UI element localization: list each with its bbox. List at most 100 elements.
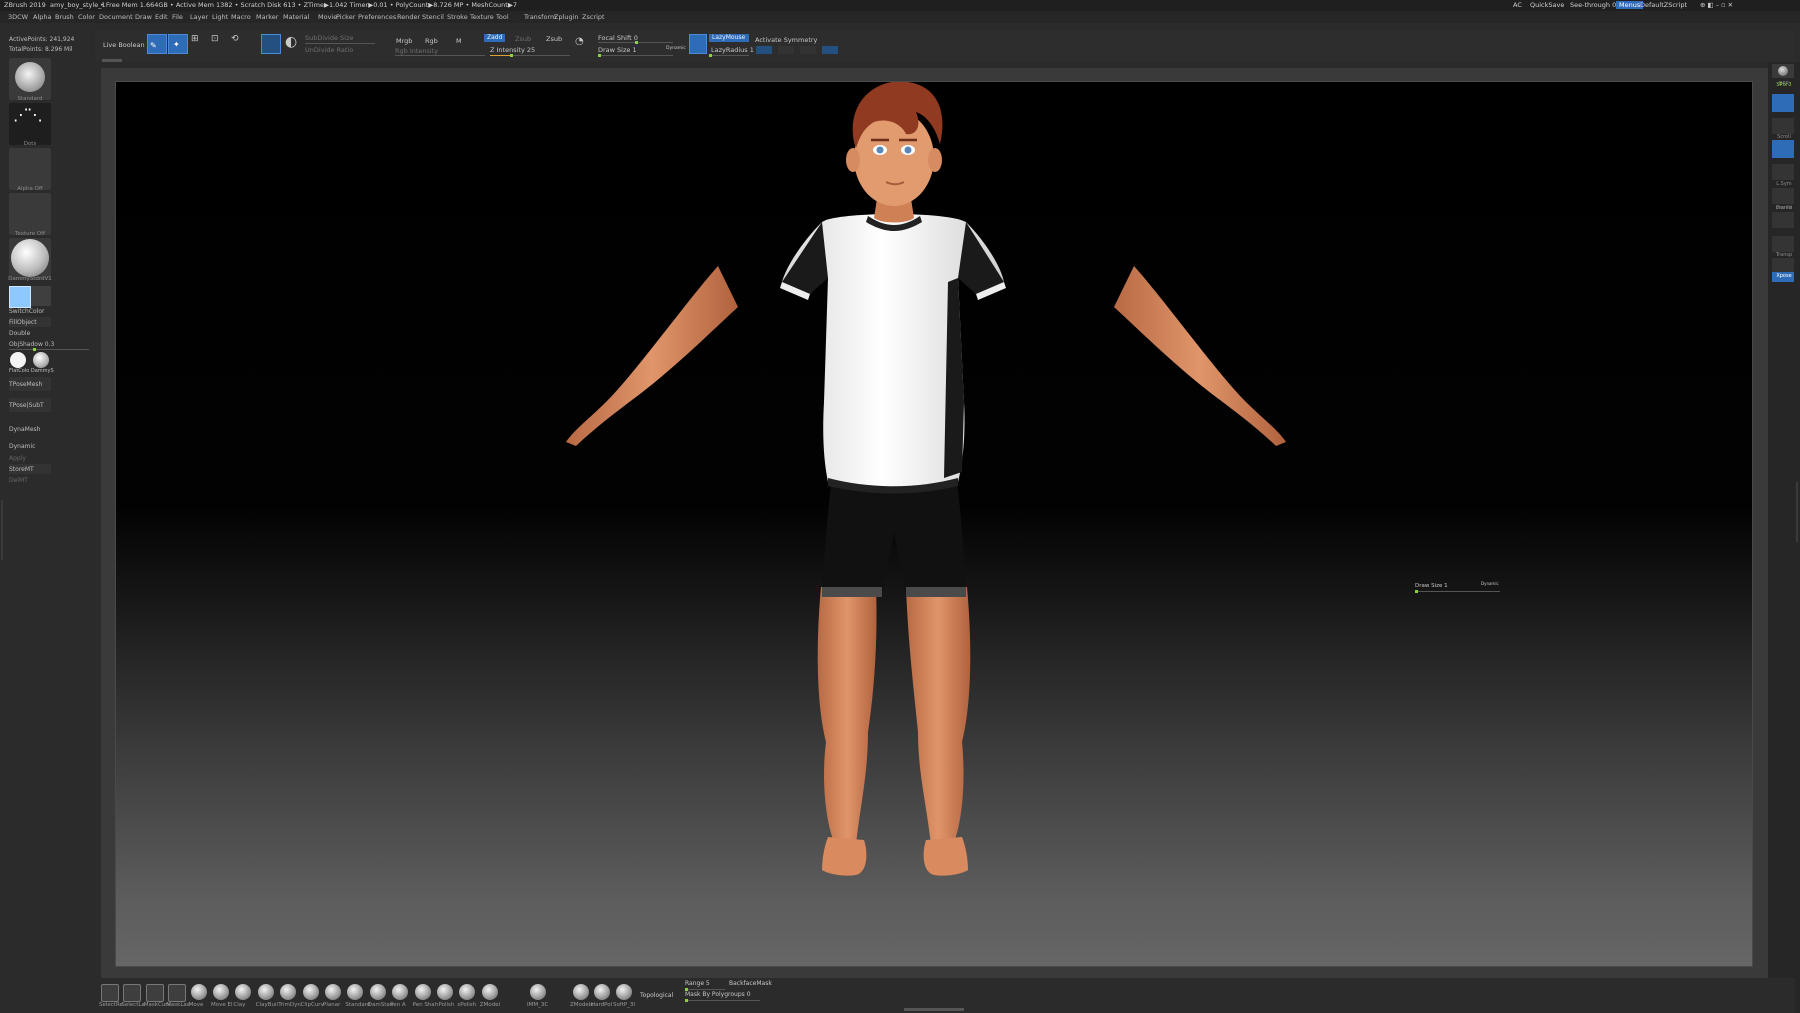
undivide-ratio-slider[interactable]: UnDivide Ratio: [305, 46, 353, 54]
transform-mode-button[interactable]: [261, 34, 281, 54]
lazyradius-slider[interactable]: LazyRadius 1: [711, 46, 754, 54]
mrgb-button[interactable]: Mrgb: [396, 37, 412, 45]
help-icon[interactable]: ⊕: [1700, 1, 1705, 9]
zsub-button[interactable]: Zsub: [546, 35, 562, 43]
obj-shadow-slider[interactable]: ObjShadow 0.3: [9, 341, 54, 348]
focal-shift-slider[interactable]: Focal Shift 0: [598, 34, 638, 42]
menu-texture[interactable]: Texture: [470, 13, 494, 21]
tpose-subt-button[interactable]: TPose|SubT: [9, 402, 44, 409]
subdivide-slider-track[interactable]: [305, 43, 375, 44]
dammy-material-icon[interactable]: [33, 352, 49, 368]
bpr-button[interactable]: [1772, 64, 1794, 78]
menu-color[interactable]: Color: [78, 13, 95, 21]
menu-material[interactable]: Material: [283, 13, 309, 21]
floating-dynamic-button[interactable]: Dynamic: [1481, 581, 1499, 586]
draw-size-track[interactable]: [598, 54, 673, 57]
canvas-handle[interactable]: [102, 59, 122, 62]
z-intensity-track[interactable]: [490, 54, 570, 57]
menu-brush[interactable]: Brush: [55, 13, 74, 21]
store-mt-button[interactable]: StoreMT: [9, 466, 34, 473]
lazyradius-track[interactable]: [709, 54, 749, 57]
range-slider[interactable]: Range 5: [685, 980, 710, 987]
secondary-color-swatch[interactable]: [31, 286, 51, 306]
brush-damstan-icon[interactable]: [369, 984, 386, 1000]
menu-draw[interactable]: Draw: [135, 13, 152, 21]
ac-label[interactable]: AC: [1513, 1, 1522, 9]
dynamic-toggle[interactable]: Dynamic: [9, 443, 35, 450]
floor-button[interactable]: [1772, 118, 1794, 134]
del-mt-button[interactable]: DelMT: [9, 477, 28, 484]
zadd-button[interactable]: Zadd: [484, 34, 506, 42]
brush-pen-a-icon[interactable]: [392, 984, 409, 1000]
brush-selectla-icon[interactable]: [123, 984, 142, 1002]
brush-claybuil-icon[interactable]: [257, 984, 274, 1000]
brush-maskcurv-icon[interactable]: [145, 984, 164, 1002]
menu-zplugin[interactable]: Zplugin: [554, 13, 579, 21]
menu-3dcw[interactable]: 3DCW: [8, 13, 28, 21]
z-intensity-slider[interactable]: Z Intensity 25: [490, 46, 535, 54]
persp-button[interactable]: [1772, 94, 1794, 112]
dynamesh-button[interactable]: DynaMesh: [9, 426, 40, 433]
spix-slider[interactable]: SPix 3: [1768, 82, 1800, 88]
sym-y-button[interactable]: [778, 46, 794, 54]
m-button[interactable]: M: [456, 37, 462, 45]
sym-z-button[interactable]: [800, 46, 816, 54]
lazymouse-button[interactable]: LazyMouse: [709, 34, 749, 42]
brush-masklas-icon[interactable]: [168, 984, 187, 1002]
layout-icon[interactable]: ◧: [1708, 1, 1714, 9]
brush-tile[interactable]: [9, 58, 51, 100]
range-track[interactable]: [685, 988, 725, 991]
move-icon[interactable]: ⊞: [191, 34, 199, 44]
live-boolean-button[interactable]: Live Boolean: [103, 41, 145, 49]
switch-color-button[interactable]: SwitchColor: [9, 308, 45, 315]
alpha-tile[interactable]: [9, 148, 51, 190]
rgb-button[interactable]: Rgb: [425, 37, 438, 45]
menu-macro[interactable]: Macro: [231, 13, 251, 21]
default-zscript-button[interactable]: DefaultZScript: [1640, 1, 1687, 9]
brush-hpolish-icon[interactable]: [437, 984, 453, 1000]
lsym-button[interactable]: [1772, 164, 1794, 180]
bottom-handle[interactable]: [904, 1008, 964, 1011]
rotate-icon[interactable]: ⟲: [231, 34, 239, 44]
menu-movie[interactable]: Movie: [318, 13, 337, 21]
see-through-slider[interactable]: See-through 0: [1570, 1, 1616, 9]
texture-tile[interactable]: [9, 193, 51, 235]
brush-move-icon[interactable]: [190, 984, 207, 1000]
brush-move-el-icon[interactable]: [213, 984, 229, 1000]
brush-trimdyn-icon[interactable]: [280, 984, 297, 1000]
material-tile[interactable]: [9, 238, 51, 280]
mask-by-polygroups-track[interactable]: [685, 999, 760, 1002]
local-button[interactable]: [1772, 140, 1794, 158]
focal-icon[interactable]: ◔: [575, 36, 584, 47]
line-fill-button[interactable]: [1772, 212, 1794, 228]
zsub-dim-button[interactable]: Zsub: [515, 35, 531, 43]
zmodeler-icon[interactable]: [573, 984, 589, 1000]
gizmo-icon[interactable]: ◐: [285, 34, 297, 50]
right-scrollbar[interactable]: [1796, 482, 1798, 542]
menu-light[interactable]: Light: [212, 13, 228, 21]
tpose-mesh-button[interactable]: TPoseMesh: [9, 381, 42, 388]
focal-shift-track[interactable]: [598, 41, 673, 44]
subdivide-size-slider[interactable]: SubDivide Size: [305, 34, 353, 42]
floating-draw-size-slider[interactable]: Draw Size 1: [1415, 583, 1448, 589]
draw-size-slider[interactable]: Draw Size 1: [598, 46, 637, 54]
menu-document[interactable]: Document: [99, 13, 133, 21]
menu-render[interactable]: Render: [397, 13, 420, 21]
sym-x-button[interactable]: [756, 46, 772, 54]
minimize-icon[interactable]: –: [1716, 1, 1719, 9]
menu-transform[interactable]: Transform: [524, 13, 556, 21]
hardpolish-icon[interactable]: [594, 984, 610, 1000]
menu-stencil[interactable]: Stencil: [422, 13, 444, 21]
window-controls[interactable]: ⊕ ◧ – ▫ ✕: [1700, 1, 1733, 9]
menu-picker[interactable]: Picker: [336, 13, 355, 21]
imm-icon[interactable]: [530, 984, 546, 1000]
rgb-intensity-track[interactable]: [395, 55, 485, 56]
flat-color-material-icon[interactable]: [10, 352, 26, 368]
menu-file[interactable]: File: [172, 13, 183, 21]
brush-planar-icon[interactable]: [325, 984, 341, 1000]
draw-button[interactable]: ✦: [168, 34, 188, 54]
quicksave-button[interactable]: QuickSave: [1530, 1, 1564, 9]
brush-zmodel-icon[interactable]: [481, 984, 498, 1000]
character-model[interactable]: [116, 82, 1752, 966]
brush-selectre-icon[interactable]: [101, 984, 119, 1002]
